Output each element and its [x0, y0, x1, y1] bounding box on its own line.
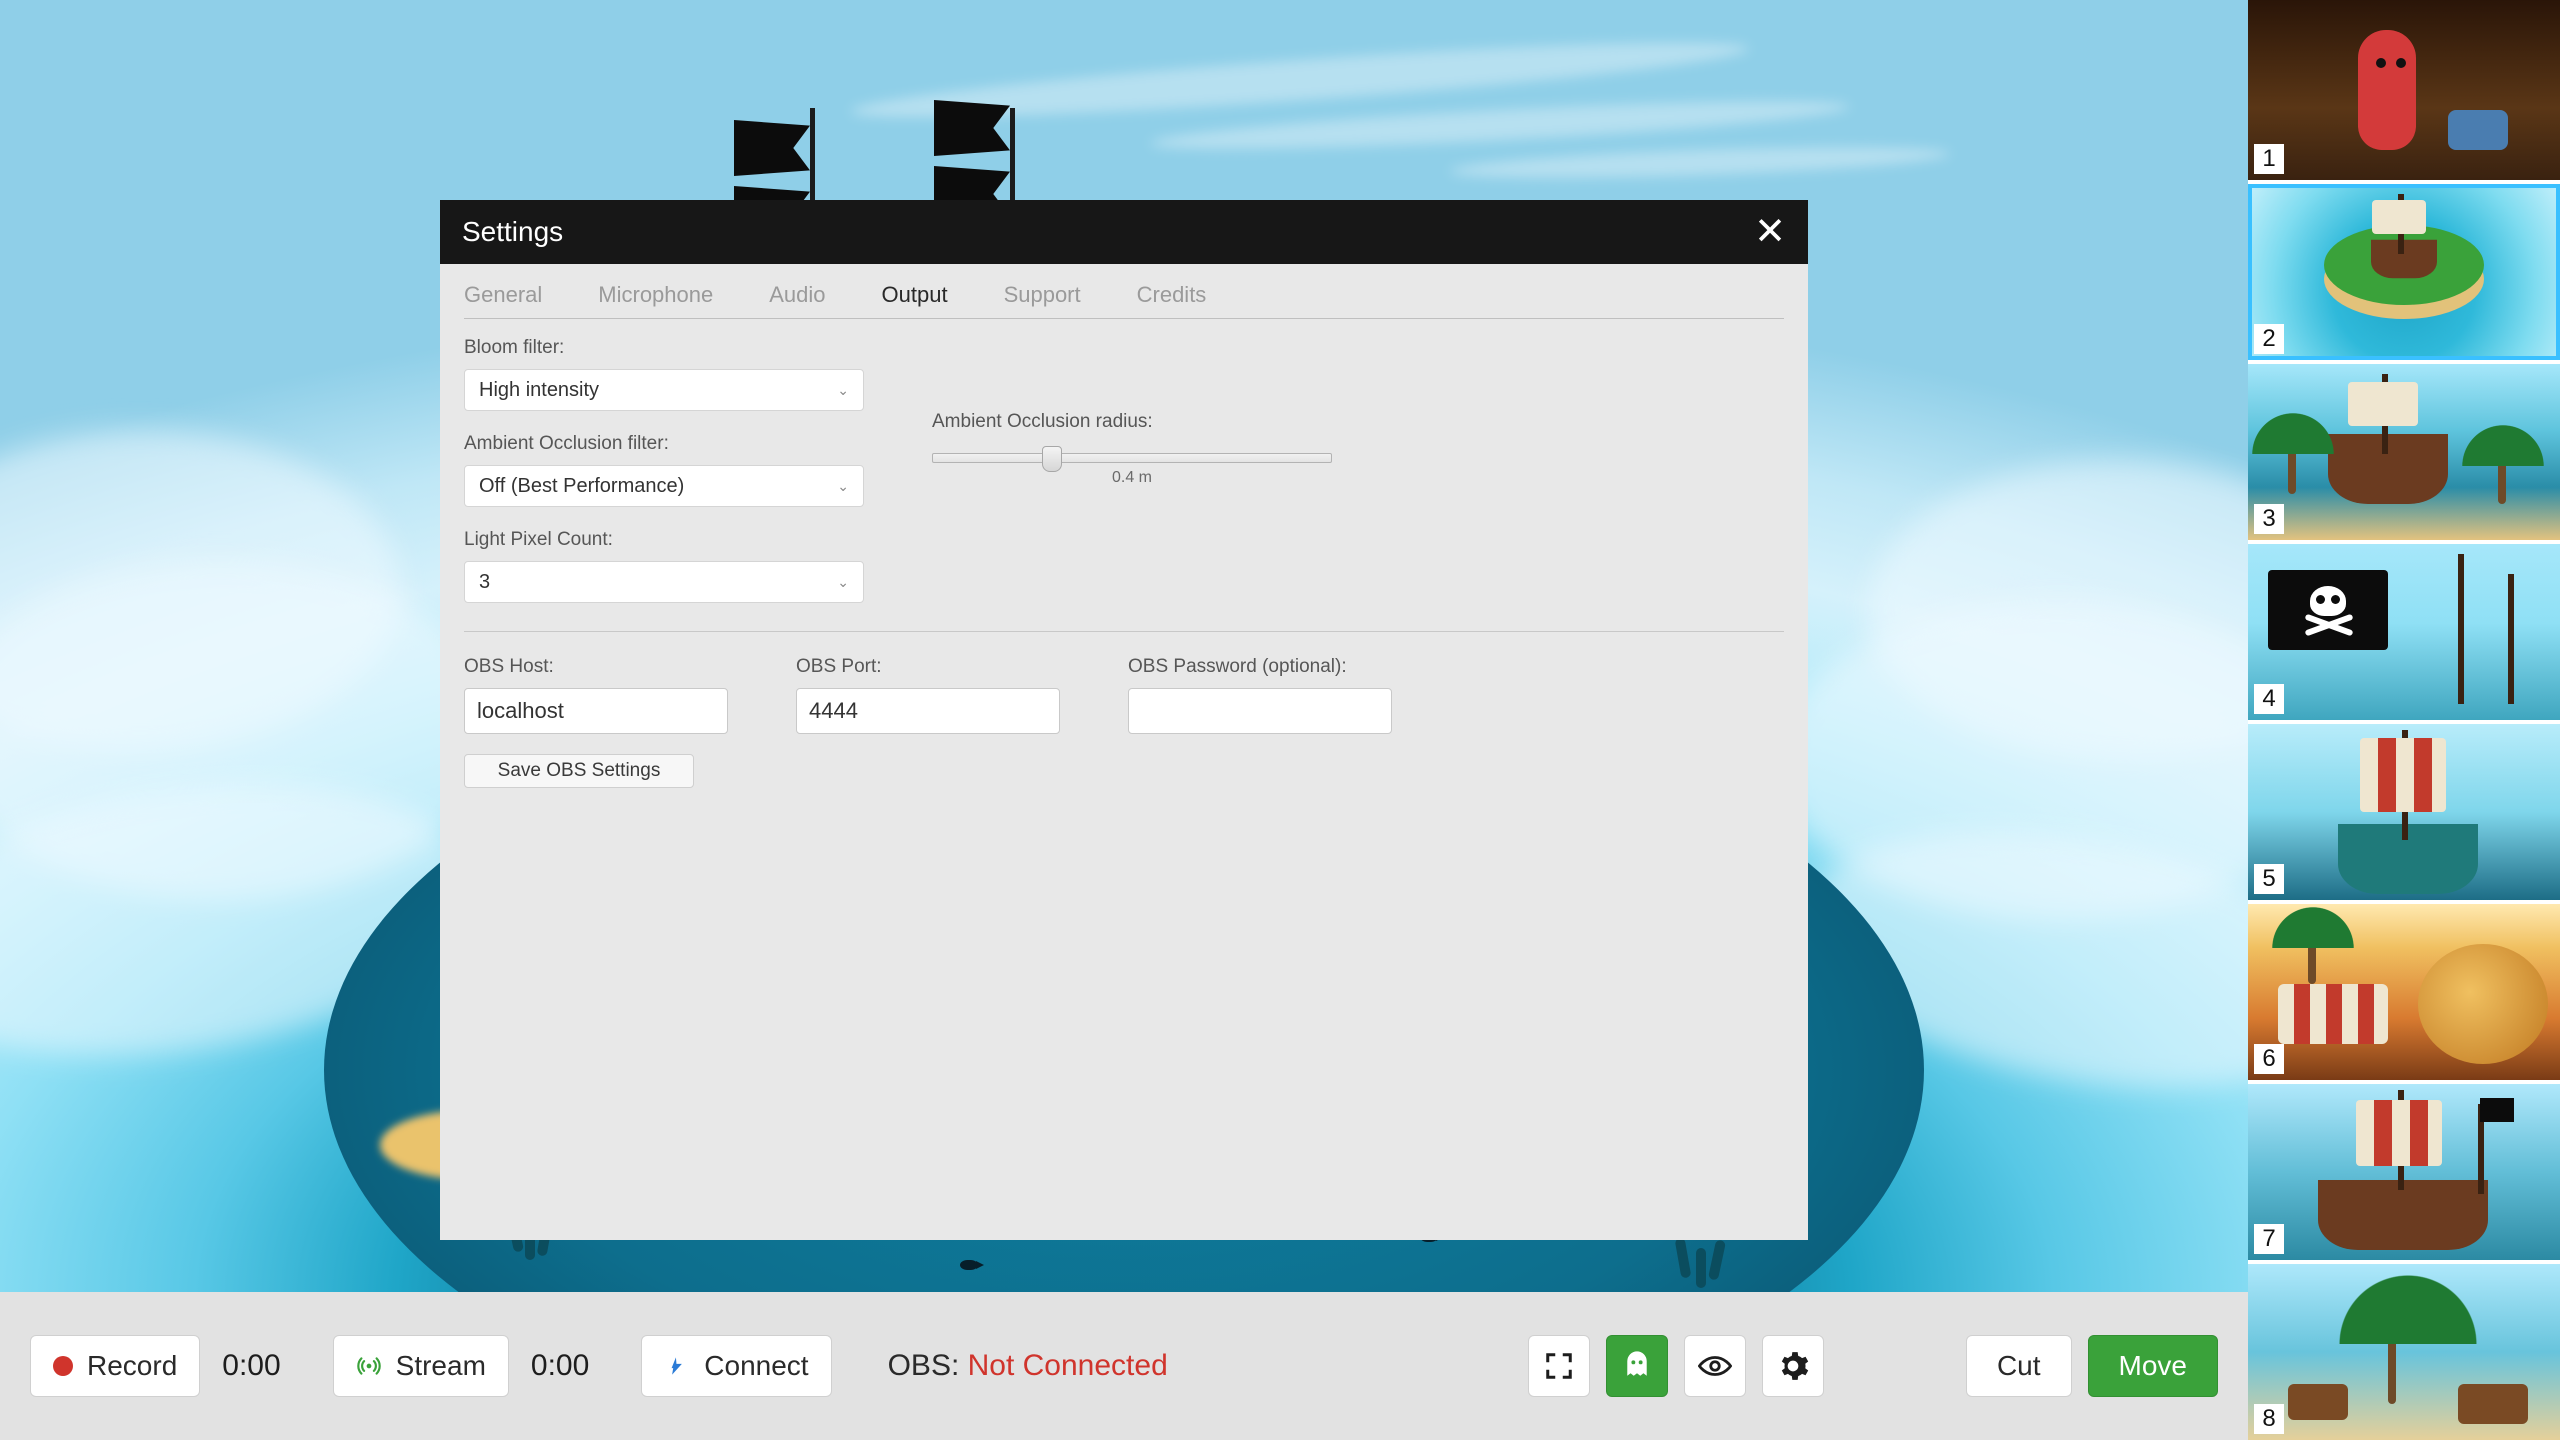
thumb-index: 4: [2254, 684, 2284, 714]
bloom-filter-dropdown[interactable]: High intensity ⌄: [464, 369, 864, 411]
scene-thumb-7[interactable]: 7: [2248, 1080, 2560, 1260]
ao-filter-dropdown[interactable]: Off (Best Performance) ⌄: [464, 465, 864, 507]
ao-radius-value: 0.4 m: [932, 469, 1332, 487]
obs-prefix: OBS:: [888, 1349, 968, 1382]
scene-thumb-4[interactable]: 4: [2248, 540, 2560, 720]
visibility-button[interactable]: [1684, 1335, 1746, 1397]
chevron-down-icon: ⌄: [837, 478, 849, 495]
broadcast-icon: [356, 1353, 382, 1379]
gear-icon: [1777, 1350, 1809, 1382]
thumb-index: 7: [2254, 1224, 2284, 1254]
scene-thumb-5[interactable]: 5: [2248, 720, 2560, 900]
tab-audio[interactable]: Audio: [769, 282, 825, 308]
ao-radius-slider[interactable]: [932, 453, 1332, 463]
thumb-art: [2248, 1084, 2560, 1260]
thumb-index: 5: [2254, 864, 2284, 894]
obs-port-label: OBS Port:: [796, 656, 1060, 678]
record-button[interactable]: Record: [30, 1335, 200, 1397]
record-label: Record: [87, 1350, 177, 1382]
connect-button[interactable]: Connect: [641, 1335, 831, 1397]
thumb-art: [2248, 544, 2560, 720]
fullscreen-icon: [1544, 1351, 1574, 1381]
ao-filter-value: Off (Best Performance): [479, 475, 684, 498]
thumb-index: 6: [2254, 1044, 2284, 1074]
save-obs-settings-button[interactable]: Save OBS Settings: [464, 754, 694, 788]
chevron-down-icon: ⌄: [837, 382, 849, 399]
move-button[interactable]: Move: [2088, 1335, 2218, 1397]
cut-label: Cut: [1997, 1350, 2041, 1382]
stream-label: Stream: [396, 1350, 486, 1382]
thumb-index: 8: [2254, 1404, 2284, 1434]
scene-thumbnail-rail: 1 2 3 4: [2248, 0, 2560, 1440]
light-pixel-value: 3: [479, 571, 490, 594]
light-pixel-dropdown[interactable]: 3 ⌄: [464, 561, 864, 603]
ao-filter-label: Ambient Occlusion filter:: [464, 433, 864, 455]
bloom-filter-value: High intensity: [479, 379, 599, 402]
scene-thumb-3[interactable]: 3: [2248, 360, 2560, 540]
eye-icon: [1698, 1354, 1732, 1378]
sky-streak: [1450, 141, 1951, 183]
tab-microphone[interactable]: Microphone: [598, 282, 713, 308]
thumb-art: [2248, 0, 2560, 180]
obs-status: OBS: Not Connected: [888, 1349, 1168, 1383]
obs-password-label: OBS Password (optional):: [1128, 656, 1392, 678]
obs-port-input[interactable]: [796, 688, 1060, 734]
thumb-index: 3: [2254, 504, 2284, 534]
slider-thumb[interactable]: [1042, 446, 1062, 472]
thumb-art: [2248, 1264, 2560, 1440]
scene-thumb-6[interactable]: 6: [2248, 900, 2560, 1080]
tab-output[interactable]: Output: [882, 282, 948, 308]
ghost-toggle-button[interactable]: [1606, 1335, 1668, 1397]
light-pixel-label: Light Pixel Count:: [464, 529, 864, 551]
record-timer: 0:00: [222, 1349, 280, 1383]
seaweed: [1696, 1248, 1706, 1288]
fish: [960, 1260, 978, 1270]
bloom-filter-label: Bloom filter:: [464, 337, 864, 359]
tab-credits[interactable]: Credits: [1137, 282, 1207, 308]
move-label: Move: [2119, 1350, 2187, 1382]
divider: [464, 631, 1784, 632]
scene-thumb-8[interactable]: 8: [2248, 1260, 2560, 1440]
obs-password-input[interactable]: [1128, 688, 1392, 734]
thumb-art: [2248, 184, 2560, 360]
fullscreen-button[interactable]: [1528, 1335, 1590, 1397]
tab-support[interactable]: Support: [1004, 282, 1081, 308]
thumb-index: 1: [2254, 144, 2284, 174]
ghost-icon: [1622, 1349, 1652, 1383]
modal-title: Settings: [462, 216, 563, 248]
stream-timer: 0:00: [531, 1349, 589, 1383]
connect-label: Connect: [704, 1350, 808, 1382]
record-icon: [53, 1356, 73, 1376]
settings-modal: Settings ✕ General Microphone Audio Outp…: [440, 200, 1808, 1240]
bottom-toolbar: Record 0:00 Stream 0:00 Connect OBS: Not…: [0, 1292, 2248, 1440]
cut-button[interactable]: Cut: [1966, 1335, 2072, 1397]
plug-icon: [664, 1353, 690, 1379]
ao-radius-label: Ambient Occlusion radius:: [932, 411, 1332, 433]
tab-general[interactable]: General: [464, 282, 542, 308]
modal-header: Settings ✕: [440, 200, 1808, 264]
thumb-art: [2248, 724, 2560, 900]
thumb-art: [2248, 364, 2560, 540]
settings-tabs: General Microphone Audio Output Support …: [464, 264, 1784, 319]
scene-thumb-2[interactable]: 2: [2248, 180, 2560, 360]
close-icon[interactable]: ✕: [1754, 213, 1786, 251]
chevron-down-icon: ⌄: [837, 574, 849, 591]
main-viewport: Settings ✕ General Microphone Audio Outp…: [0, 0, 2248, 1440]
obs-state-value: Not Connected: [968, 1349, 1168, 1382]
thumb-art: [2248, 904, 2560, 1080]
settings-button[interactable]: [1762, 1335, 1824, 1397]
scene-thumb-1[interactable]: 1: [2248, 0, 2560, 180]
obs-host-label: OBS Host:: [464, 656, 728, 678]
obs-host-input[interactable]: [464, 688, 728, 734]
thumb-index: 2: [2254, 324, 2284, 354]
stream-button[interactable]: Stream: [333, 1335, 509, 1397]
